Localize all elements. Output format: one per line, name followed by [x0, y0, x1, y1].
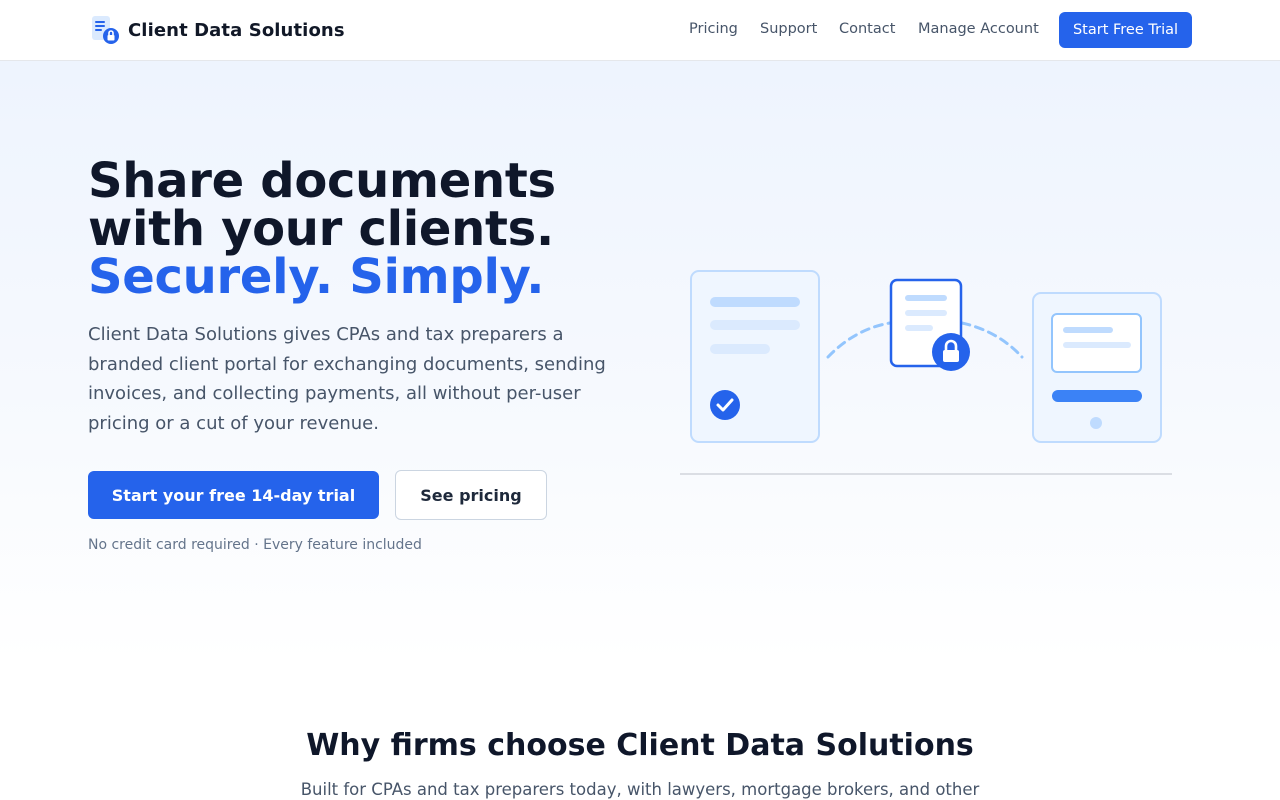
hero-illustration — [680, 261, 1180, 476]
see-pricing-button[interactable]: See pricing — [395, 470, 547, 520]
hero-title-line-1: Share documents — [88, 153, 556, 209]
hero-title: Share documents with your clients. Secur… — [88, 157, 648, 301]
check-icon — [710, 390, 740, 420]
nav-link-support[interactable]: Support — [760, 21, 817, 37]
why-section-subtitle: Built for CPAs and tax preparers today, … — [300, 780, 980, 799]
site-header: Client Data Solutions Pricing Support Co… — [0, 0, 1280, 61]
start-trial-button[interactable]: Start your free 14-day trial — [88, 471, 379, 519]
nav-link-manage-account[interactable]: Manage Account — [918, 21, 1039, 37]
hero-section: Share documents with your clients. Secur… — [0, 61, 1280, 661]
nav-link-contact[interactable]: Contact — [839, 21, 895, 37]
nav-link-pricing[interactable]: Pricing — [689, 21, 738, 37]
hero-title-line-2: with your clients. — [88, 201, 554, 257]
page: Client Data Solutions Pricing Support Co… — [0, 0, 1280, 800]
portal-icon — [1032, 292, 1162, 443]
document-card-left — [690, 270, 820, 443]
hero-title-accent: Securely. Simply. — [88, 249, 545, 305]
hero-note: No credit card required · Every feature … — [88, 537, 422, 553]
lock-icon — [932, 333, 970, 371]
start-free-trial-button[interactable]: Start Free Trial — [1059, 12, 1192, 48]
hero-description: Client Data Solutions gives CPAs and tax… — [88, 324, 606, 434]
why-section-title: Why firms choose Client Data Solutions — [306, 728, 974, 763]
